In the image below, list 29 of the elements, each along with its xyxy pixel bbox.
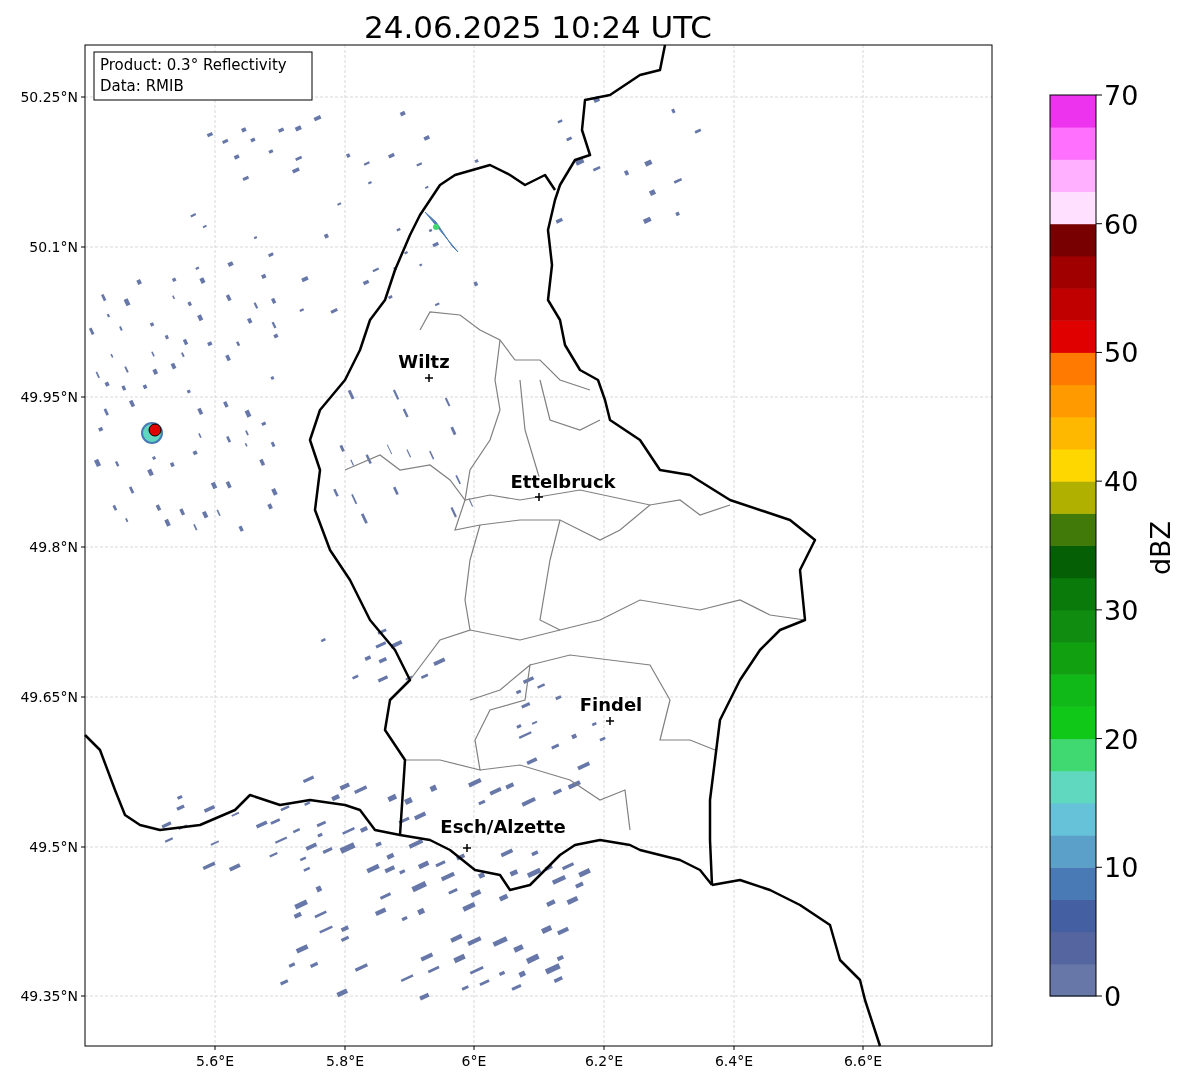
colorbar-tick-label: 30: [1104, 594, 1139, 626]
city-label: Esch/Alzette: [440, 816, 566, 837]
info-text: Data: RMIB: [100, 77, 184, 95]
longitude-label: 5.6°E: [195, 1053, 235, 1069]
latitude-label: 50.25°N: [20, 89, 78, 105]
longitude-label: 6.4°E: [714, 1053, 754, 1069]
colorbar-tick-label: 70: [1104, 80, 1139, 111]
longitude-label: 6°E: [461, 1053, 487, 1069]
colorbar-tick-label: 20: [1104, 723, 1139, 755]
colorbar-tick-label: 10: [1104, 852, 1139, 884]
city-label: Wiltz: [398, 351, 450, 372]
longitude-label: 6.6°E: [843, 1053, 883, 1069]
longitude-label: 5.8°E: [325, 1053, 365, 1069]
colorbar-tick-label: 50: [1104, 337, 1139, 369]
city-label: Findel: [579, 694, 643, 715]
latitude-label: 49.65°N: [20, 689, 78, 705]
map-title: 24.06.2025 10:24 UTC: [364, 9, 712, 45]
info-text: Product: 0.3° Reflectivity: [100, 56, 287, 74]
latitude-label: 49.35°N: [20, 988, 78, 1004]
city-label: Ettelbruck: [510, 471, 616, 492]
latitude-label: 49.8°N: [29, 539, 78, 555]
latitude-label: 49.5°N: [29, 839, 78, 855]
colorbar-tick-label: 40: [1104, 466, 1139, 498]
latitude-label: 50.1°N: [29, 239, 78, 255]
colorbar-label: dBZ: [1145, 520, 1176, 576]
colorbar-tick-label: 60: [1104, 208, 1139, 240]
latitude-label: 49.95°N: [20, 389, 78, 405]
longitude-label: 6.2°E: [584, 1053, 624, 1069]
colorbar-tick-label: 0: [1104, 981, 1122, 1012]
